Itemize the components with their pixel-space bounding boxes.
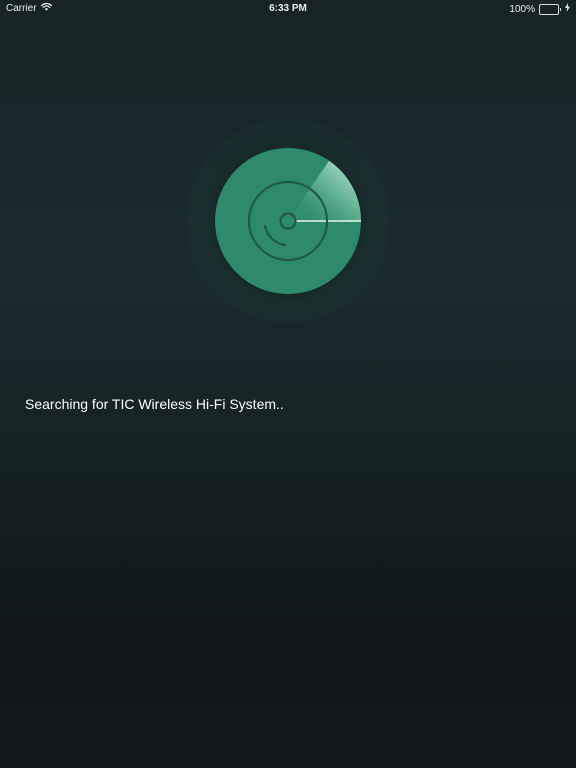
radar-sweep	[288, 160, 361, 221]
battery-icon	[539, 3, 561, 15]
scanner-disc	[215, 148, 361, 294]
status-bar: Carrier 6:33 PM 100%	[0, 0, 576, 18]
battery-percent: 100%	[509, 3, 535, 15]
status-right: 100%	[509, 3, 570, 15]
status-time: 6:33 PM	[269, 3, 307, 14]
disc-radar-icon	[247, 160, 361, 262]
searching-message: Searching for TIC Wireless Hi-Fi System.…	[25, 396, 284, 412]
charging-bolt-icon	[565, 3, 570, 15]
disc-inner-arc	[263, 224, 287, 247]
